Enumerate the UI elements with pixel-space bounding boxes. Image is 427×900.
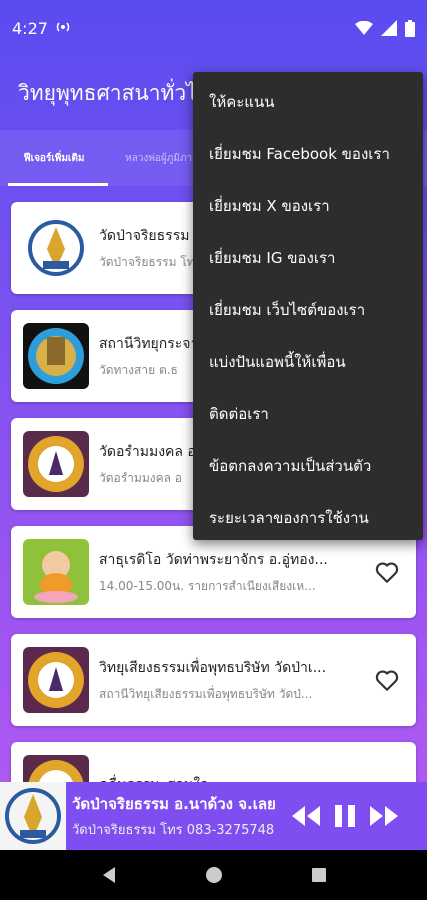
pause-icon[interactable] <box>332 802 358 830</box>
menu-item-facebook[interactable]: เยี่ยมชม Facebook ของเรา <box>193 128 423 180</box>
tab-label: ฟีเจอร์เพิ่มเติม <box>23 152 85 164</box>
player-controls <box>290 782 400 850</box>
menu-item-privacy[interactable]: ข้อตกลงความเป็นส่วนตัว <box>193 440 423 492</box>
menu-item-contact[interactable]: ติดต่อเรา <box>193 388 423 440</box>
home-icon[interactable] <box>205 866 223 884</box>
status-icons <box>355 19 415 37</box>
status-time: 4:27 <box>12 18 48 38</box>
recents-icon[interactable] <box>311 867 327 883</box>
station-logo <box>23 539 89 605</box>
signal-icon <box>381 20 397 36</box>
fast-forward-icon[interactable] <box>368 803 400 829</box>
menu-item-share[interactable]: แบ่งปันแอพนี้ให้เพื่อน <box>193 336 423 388</box>
cast-icon <box>56 21 70 36</box>
menu-item-terms[interactable]: ระยะเวลาของการใช้งาน <box>193 492 423 544</box>
station-logo <box>23 215 89 281</box>
station-logo <box>23 431 89 497</box>
station-logo <box>23 647 89 713</box>
player-logo <box>0 782 66 850</box>
heart-icon[interactable] <box>374 667 400 693</box>
station-subtitle: สถานีวิทยุเสียงธรรมเพื่อพุทธบริษัท วัดป่… <box>99 686 313 701</box>
system-nav-bar <box>0 850 427 900</box>
station-subtitle: 14.00-15.00น. รายการสำเนียงเสียงเห... <box>99 578 316 593</box>
menu-item-instagram[interactable]: เยี่ยมชม IG ของเรา <box>193 232 423 284</box>
tab-more-features[interactable]: ฟีเจอร์เพิ่มเติม <box>0 130 108 186</box>
back-icon[interactable] <box>101 866 117 884</box>
station-title: วิทยุเสียงธรรมเพื่อพุทธบริษัท วัดป่าเ... <box>99 659 327 676</box>
menu-item-x[interactable]: เยี่ยมชม X ของเรา <box>193 180 423 232</box>
station-logo <box>23 323 89 389</box>
heart-icon[interactable] <box>374 559 400 585</box>
menu-item-rate[interactable]: ให้คะแนน <box>193 76 423 128</box>
wifi-icon <box>355 21 373 35</box>
list-item[interactable]: วิทยุเสียงธรรมเพื่อพุทธบริษัท วัดป่าเ...… <box>11 634 416 726</box>
rewind-icon[interactable] <box>290 803 322 829</box>
battery-icon <box>405 19 415 37</box>
menu-item-website[interactable]: เยี่ยมชม เว็บไซต์ของเรา <box>193 284 423 336</box>
station-title: สาธุเรดิโอ วัดท่าพระยาจักร อ.อู่ทอง... <box>99 551 328 568</box>
player-subtitle: วัดป่าจริยธรรม โทร 083-3275748 <box>72 823 275 838</box>
overflow-menu: ให้คะแนน เยี่ยมชม Facebook ของเรา เยี่ยม… <box>193 72 423 540</box>
mini-player[interactable]: วัดป่าจริยธรรม อ.นาด้วง จ.เลย วัดป่าจริย… <box>0 782 427 850</box>
status-bar: 4:27 <box>0 0 427 56</box>
tab-label: หลวงพ่อผู้ภูมิภาค <box>125 152 199 164</box>
player-title: วัดป่าจริยธรรม อ.นาด้วง จ.เลย <box>72 795 276 813</box>
